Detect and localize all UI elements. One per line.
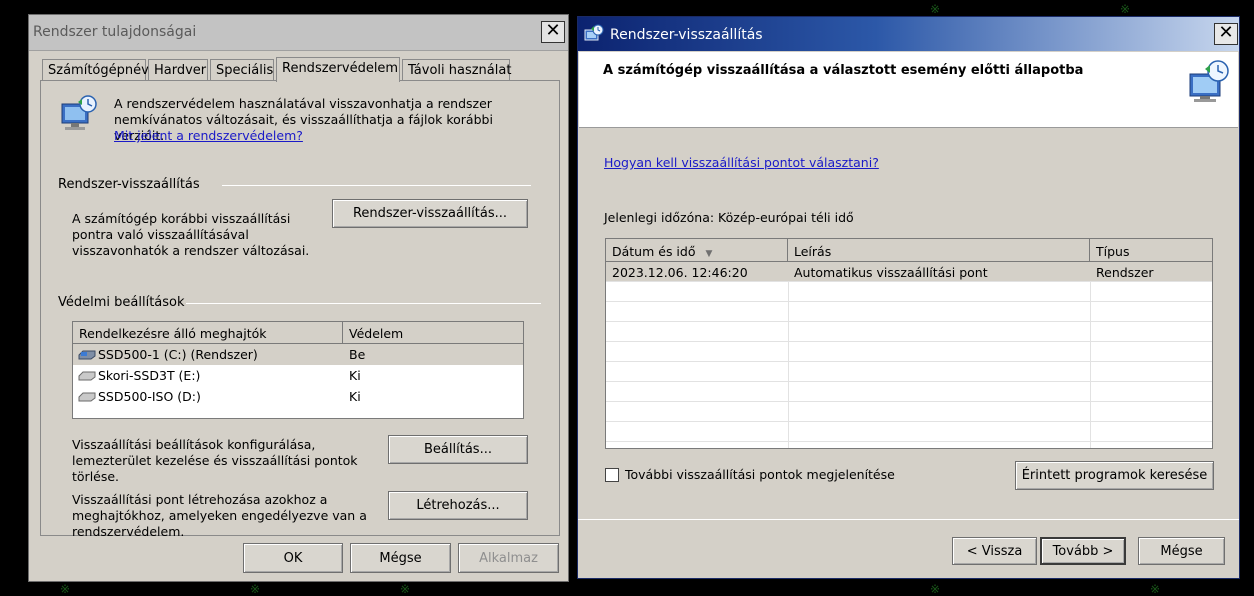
table-row xyxy=(606,282,1212,302)
group-divider xyxy=(186,303,541,304)
create-button[interactable]: Létrehozás... xyxy=(388,491,528,520)
table-row[interactable]: 2023.12.06. 12:46:20 Automatikus visszaá… xyxy=(606,262,1212,282)
drive-row[interactable]: SSD500-1 (C:) (Rendszer) Be xyxy=(73,344,523,365)
cancel-button[interactable]: Mégse xyxy=(350,543,451,573)
drive-row[interactable]: Skori-SSD3T (E:) Ki xyxy=(73,365,523,386)
ok-button[interactable]: OK xyxy=(243,543,343,573)
wizard-title: A számítógép visszaállítása a választott… xyxy=(603,63,1084,78)
table-header: Dátum és idő ▼ Leírás Típus xyxy=(606,239,1212,262)
window-title: Rendszer-visszaállítás xyxy=(610,27,763,43)
what-is-protection-link[interactable]: Mit jelent a rendszervédelem? xyxy=(114,128,303,144)
configure-description: Visszaállítási beállítások konfigurálása… xyxy=(72,437,358,484)
restore-points-table[interactable]: Dátum és idő ▼ Leírás Típus 2023.12.06. … xyxy=(605,238,1213,449)
title-bar[interactable]: Rendszer tulajdonságai ✕ xyxy=(29,15,568,51)
drive-row[interactable]: SSD500-ISO (D:) Ki xyxy=(73,386,523,407)
tab-hardware[interactable]: Hardver xyxy=(148,59,208,81)
drive-icon xyxy=(78,392,96,402)
drive-protection-status: Ki xyxy=(349,389,361,404)
system-properties-window: Rendszer tulajdonságai ✕ Számítógépnév H… xyxy=(28,14,569,582)
restore-group-title: Rendszer-visszaállítás xyxy=(58,177,200,192)
system-restore-icon xyxy=(1189,60,1229,102)
background-glyph: ※ xyxy=(930,582,941,596)
table-row xyxy=(606,342,1212,362)
background-glyph: ※ xyxy=(1120,2,1131,16)
background-glyph: ※ xyxy=(60,582,71,596)
background-glyph: ※ xyxy=(400,582,411,596)
system-restore-window: Rendszer-visszaállítás ✕ A számítógép vi… xyxy=(577,16,1240,579)
tab-advanced[interactable]: Speciális xyxy=(210,59,274,81)
sort-arrow-icon: ▼ xyxy=(705,249,713,259)
column-label: Dátum és idő xyxy=(612,244,696,259)
timezone-text: Jelenlegi időzóna: Közép-európai téli id… xyxy=(604,210,854,225)
tab-computer-name[interactable]: Számítógépnév xyxy=(42,59,149,81)
drive-icon xyxy=(78,371,96,381)
restore-description: A számítógép korábbi visszaállítási pont… xyxy=(72,211,310,258)
create-description: Visszaállítási pont létrehozása azokhoz … xyxy=(72,492,367,539)
cancel-button[interactable]: Mégse xyxy=(1138,537,1225,565)
drive-name: Skori-SSD3T (E:) xyxy=(98,368,201,383)
close-button[interactable]: ✕ xyxy=(1214,23,1238,45)
description-cell: Automatikus visszaállítási pont xyxy=(794,265,988,280)
wizard-header: A számítógép visszaállítása a választott… xyxy=(579,52,1238,128)
footer-divider xyxy=(578,519,1239,520)
protection-group-title: Védelmi beállítások xyxy=(58,295,185,310)
table-row xyxy=(606,322,1212,342)
drive-name: SSD500-ISO (D:) xyxy=(98,389,201,404)
back-button[interactable]: < Vissza xyxy=(952,537,1037,565)
title-bar[interactable]: Rendszer-visszaállítás ✕ xyxy=(578,17,1239,51)
show-more-label[interactable]: További visszaállítási pontok megjelenít… xyxy=(625,467,895,483)
next-button[interactable]: Tovább > xyxy=(1040,537,1126,565)
column-header-description[interactable]: Leírás xyxy=(788,239,1090,261)
column-header-date[interactable]: Dátum és idő ▼ xyxy=(606,239,788,261)
type-cell: Rendszer xyxy=(1096,265,1154,280)
table-row xyxy=(606,382,1212,402)
drive-list-header: Rendelkezésre álló meghajtók Védelem xyxy=(73,322,523,344)
date-cell: 2023.12.06. 12:46:20 xyxy=(612,265,748,280)
drive-list[interactable]: Rendelkezésre álló meghajtók Védelem SSD… xyxy=(72,321,524,419)
system-protection-panel: A rendszervédelem használatával visszavo… xyxy=(40,80,560,539)
background-glyph: ※ xyxy=(930,2,941,16)
system-restore-icon xyxy=(584,24,604,41)
table-row xyxy=(606,422,1212,442)
group-divider xyxy=(222,185,531,186)
table-row xyxy=(606,362,1212,382)
column-header-type[interactable]: Típus xyxy=(1090,239,1212,261)
help-choose-restore-point-link[interactable]: Hogyan kell visszaállítási pontot válasz… xyxy=(604,155,879,171)
column-header-protection[interactable]: Védelem xyxy=(343,322,524,343)
drive-protection-status: Ki xyxy=(349,368,361,383)
column-header-drives[interactable]: Rendelkezésre álló meghajtók xyxy=(73,322,343,343)
drive-name: SSD500-1 (C:) (Rendszer) xyxy=(98,347,258,362)
drive-protection-status: Be xyxy=(349,347,366,362)
window-title: Rendszer tulajdonságai xyxy=(33,24,197,40)
system-protection-icon xyxy=(61,95,97,130)
show-more-checkbox[interactable] xyxy=(605,468,619,482)
table-row xyxy=(606,302,1212,322)
configure-button[interactable]: Beállítás... xyxy=(388,435,528,464)
background-glyph: ※ xyxy=(250,582,261,596)
background-glyph: ※ xyxy=(1150,582,1161,596)
system-restore-button[interactable]: Rendszer-visszaállítás... xyxy=(332,199,528,228)
tab-remote[interactable]: Távoli használat xyxy=(402,59,511,81)
apply-button[interactable]: Alkalmaz xyxy=(458,543,559,573)
table-row xyxy=(606,402,1212,422)
tab-system-protection[interactable]: Rendszervédelem xyxy=(276,57,400,82)
close-button[interactable]: ✕ xyxy=(541,21,565,43)
scan-affected-programs-button[interactable]: Érintett programok keresése xyxy=(1015,461,1214,490)
system-drive-icon xyxy=(78,350,96,360)
